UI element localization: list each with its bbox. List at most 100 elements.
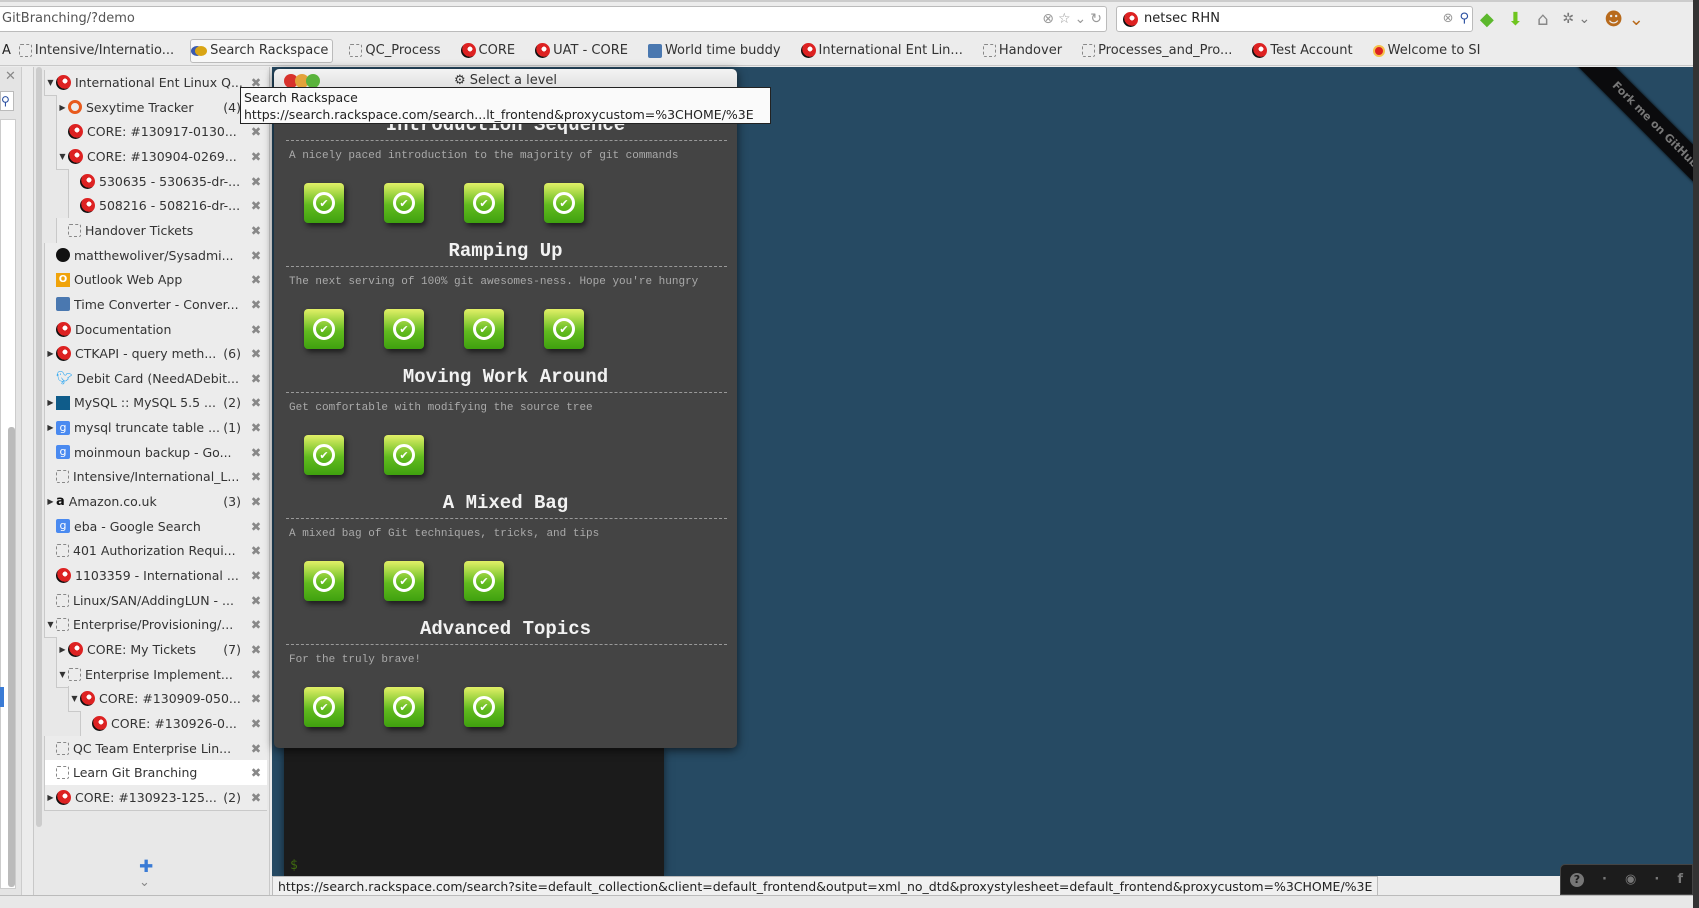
close-tab-icon[interactable]: ✖ xyxy=(245,445,267,460)
close-tab-icon[interactable]: ✖ xyxy=(245,790,267,805)
bookmark-item[interactable]: World time buddy xyxy=(644,39,785,63)
tab-tree-item[interactable]: ▼ International Ent Linux Q... ✖ xyxy=(44,70,267,96)
bookmark-item[interactable]: Intensive/Internatio... xyxy=(15,39,178,63)
level-button[interactable]: ✔ xyxy=(304,435,344,475)
level-button[interactable]: ✔ xyxy=(464,309,504,349)
tab-tree-item[interactable]: ▶ CORE: #130923-125... (2) ✖ xyxy=(44,784,267,811)
level-button[interactable]: ✔ xyxy=(304,183,344,223)
close-tab-icon[interactable]: ✖ xyxy=(245,322,267,337)
level-button[interactable]: ✔ xyxy=(544,183,584,223)
close-tab-icon[interactable]: ✖ xyxy=(245,519,267,534)
bookmark-item[interactable]: Handover xyxy=(979,39,1066,63)
tab-tree-item[interactable]: QC Team Enterprise Lin... ✖ xyxy=(44,735,267,762)
tab-tree-item[interactable]: Learn Git Branching ✖ xyxy=(44,760,267,787)
expand-toggle-icon[interactable]: ▶ xyxy=(45,793,56,802)
close-tab-icon[interactable]: ✖ xyxy=(245,198,267,213)
close-tab-icon[interactable]: ✖ xyxy=(245,568,267,583)
chevron-down-icon[interactable]: ⌄ xyxy=(1075,7,1087,31)
bookmark-item[interactable]: Search Rackspace xyxy=(190,38,334,63)
level-button[interactable]: ✔ xyxy=(544,309,584,349)
tab-tree-item[interactable]: ▶ a Amazon.co.uk (3) ✖ xyxy=(44,489,267,516)
bookmark-item[interactable]: International Ent Lin... xyxy=(797,39,967,63)
tab-tree-item[interactable]: 508216 - 508216-dr-... ✖ xyxy=(68,193,267,220)
scrollbar[interactable] xyxy=(36,67,42,827)
tab-tree-item[interactable]: Handover Tickets ✖ xyxy=(56,217,267,244)
close-tab-icon[interactable]: ✖ xyxy=(245,174,267,189)
tab-tree-item[interactable]: ▼ CORE: #130904-0269... ✖ xyxy=(56,143,267,170)
tab-tree-item[interactable]: 401 Authorization Requi... ✖ xyxy=(44,538,267,565)
close-tab-icon[interactable]: ✖ xyxy=(245,297,267,312)
bookmark-item[interactable]: CORE xyxy=(457,39,520,63)
extension-icon[interactable]: ✲ ⌄ xyxy=(1562,11,1590,27)
bookmark-item[interactable]: Processes_and_Pro... xyxy=(1078,39,1236,63)
tab-tree-item[interactable]: Time Converter - Conver... ✖ xyxy=(44,291,267,318)
clear-icon[interactable]: ⊗ xyxy=(1443,7,1454,31)
new-tab-button[interactable]: ✚ xyxy=(139,857,153,877)
close-tab-icon[interactable]: ✖ xyxy=(245,469,267,484)
tab-tree-item[interactable]: CORE: #130926-0... ✖ xyxy=(80,710,267,737)
search-input[interactable]: netsec RHN xyxy=(1144,7,1437,31)
expand-toggle-icon[interactable]: ▶ xyxy=(57,103,68,112)
tab-tree-item[interactable]: 530635 - 530635-dr-... ✖ xyxy=(68,168,267,195)
address-bar[interactable]: GitBranching/?demo ⊗ ☆ ⌄ ↻ xyxy=(0,6,1107,32)
tab-tree-item[interactable]: Intensive/International_L... ✖ xyxy=(44,464,267,491)
search-icon[interactable]: ⚲ xyxy=(0,91,14,111)
close-tab-icon[interactable]: ✖ xyxy=(245,593,267,608)
close-tab-icon[interactable]: ✖ xyxy=(245,543,267,558)
tab-tree-item[interactable]: ▶ CTKAPI - query meth... (6) ✖ xyxy=(44,341,267,368)
tab-tree-item[interactable]: 1103359 - International ... ✖ xyxy=(44,563,267,589)
maximize-dot-icon[interactable] xyxy=(306,74,320,88)
level-button[interactable]: ✔ xyxy=(464,687,504,727)
tab-tree-item[interactable]: ▶ CORE: My Tickets (7) ✖ xyxy=(56,636,267,663)
close-tab-icon[interactable]: ✖ xyxy=(245,149,267,164)
expand-toggle-icon[interactable]: ▶ xyxy=(45,349,56,358)
tab-tree-item[interactable]: O Outlook Web App ✖ xyxy=(44,267,267,294)
close-tab-icon[interactable]: ✖ xyxy=(245,494,267,509)
expand-toggle-icon[interactable]: ▶ xyxy=(45,497,56,506)
bookmark-item[interactable]: Test Account xyxy=(1248,39,1356,63)
scrollbar[interactable] xyxy=(8,427,15,887)
home-icon[interactable]: ⌂ xyxy=(1537,9,1548,30)
chevron-down-icon[interactable]: ⌄ xyxy=(139,875,150,890)
level-button[interactable]: ✔ xyxy=(304,561,344,601)
level-button[interactable]: ✔ xyxy=(384,561,424,601)
close-tab-icon[interactable]: ✖ xyxy=(245,272,267,287)
close-tab-icon[interactable]: ✖ xyxy=(245,371,267,386)
tab-tree-item[interactable]: ▼ CORE: #130909-050... ✖ xyxy=(68,686,267,713)
tab-tree-item[interactable]: matthewoliver/Sysadmi... ✖ xyxy=(44,242,267,269)
expand-toggle-icon[interactable]: ▶ xyxy=(45,398,56,407)
bookmark-item[interactable]: UAT - CORE xyxy=(531,39,632,63)
close-tab-icon[interactable]: ✖ xyxy=(245,420,267,435)
close-tab-icon[interactable]: ✖ xyxy=(245,716,267,731)
help-icon[interactable]: ? xyxy=(1570,872,1584,887)
download-icon[interactable]: ⬇ xyxy=(1508,9,1523,30)
close-tab-icon[interactable]: ✖ xyxy=(245,765,267,780)
expand-toggle-icon[interactable]: ▼ xyxy=(57,152,68,161)
facebook-icon[interactable]: f xyxy=(1677,872,1683,887)
tab-tree-item[interactable]: 🐦︎ Debit Card (NeedADebit... ✖ xyxy=(44,365,267,392)
close-tab-icon[interactable]: ✖ xyxy=(245,691,267,706)
close-tab-icon[interactable]: ✖ xyxy=(245,642,267,657)
tab-tree-item[interactable]: ▶Sexytime Tracker(4)✖ xyxy=(56,94,267,121)
level-button[interactable]: ✔ xyxy=(304,309,344,349)
bookmark-item[interactable]: QC_Process xyxy=(345,39,444,63)
bookmark-item[interactable]: Welcome to SI xyxy=(1369,39,1485,63)
expand-toggle-icon[interactable]: ▼ xyxy=(57,670,68,679)
close-tab-icon[interactable]: ✖ xyxy=(245,741,267,756)
search-engine-icon[interactable] xyxy=(1123,11,1138,27)
close-tab-icon[interactable]: ✖ xyxy=(245,346,267,361)
level-button[interactable]: ✔ xyxy=(384,309,424,349)
search-bar[interactable]: netsec RHN ⊗ ⚲ xyxy=(1116,6,1473,32)
tab-tree-item[interactable]: g moinmoun backup - Go... ✖ xyxy=(44,439,267,466)
close-tab-icon[interactable]: ✖ xyxy=(245,223,267,238)
tab-tree-item[interactable]: Linux/SAN/AddingLUN - ... ✖ xyxy=(44,587,267,614)
fork-ribbon[interactable]: Fork me on GitHub xyxy=(1530,67,1693,207)
tab-tree-item[interactable]: ▼ Enterprise/Provisioning/... ✖ xyxy=(44,612,267,639)
clear-icon[interactable]: ⊗ xyxy=(1042,7,1054,31)
close-tab-icon[interactable]: ✖ xyxy=(245,124,267,139)
globe-icon[interactable]: ◉ xyxy=(1625,872,1636,887)
bookmark-star-icon[interactable]: ☆ xyxy=(1058,7,1071,31)
terminal[interactable] xyxy=(284,748,664,876)
tab-tree-item[interactable]: g eba - Google Search ✖ xyxy=(44,513,267,540)
tab-tree-item[interactable]: ▶ g mysql truncate table ... (1) ✖ xyxy=(44,415,267,442)
